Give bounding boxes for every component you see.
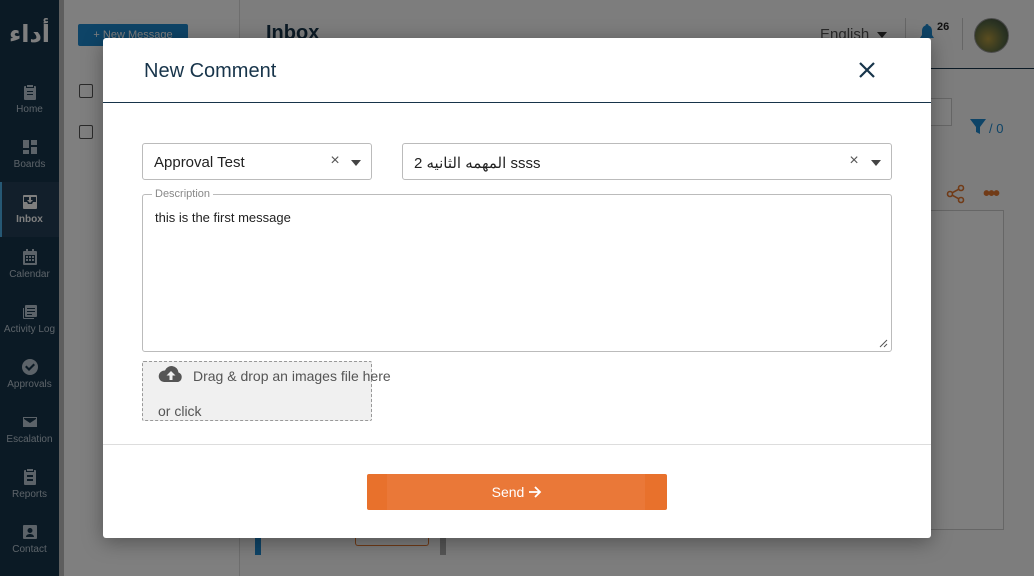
resize-handle-icon[interactable] [879,339,888,348]
new-comment-dialog: New Comment Approval Test × المهمه الثان… [103,38,931,538]
dropzone-instruction: Drag & drop an images file here [193,368,391,384]
image-dropzone[interactable]: Drag & drop an images file here or click [142,361,391,421]
project-select-value: Approval Test [154,154,245,171]
clear-icon[interactable]: × [847,153,861,169]
dropzone-click-hint: or click [158,403,202,419]
close-icon [859,62,875,78]
send-button-label: Send [491,484,525,500]
description-field: Description this is the first message [142,188,892,352]
arrow-right-icon [529,486,542,498]
task-select-value: المهمه الثانيه 2 ssss [414,155,541,172]
task-select[interactable]: المهمه الثانيه 2 ssss × [402,143,892,180]
dialog-title: New Comment [144,60,277,82]
project-select[interactable]: Approval Test × [142,143,372,180]
close-button[interactable] [856,59,878,81]
send-button[interactable]: Send [367,474,667,510]
cloud-upload-icon [158,366,182,382]
description-label: Description [152,188,214,200]
divider [103,102,931,103]
clear-icon[interactable]: × [328,153,342,169]
chevron-down-icon[interactable] [351,160,361,166]
description-input[interactable]: this is the first message [155,210,879,340]
divider [103,444,931,445]
chevron-down-icon[interactable] [871,160,881,166]
